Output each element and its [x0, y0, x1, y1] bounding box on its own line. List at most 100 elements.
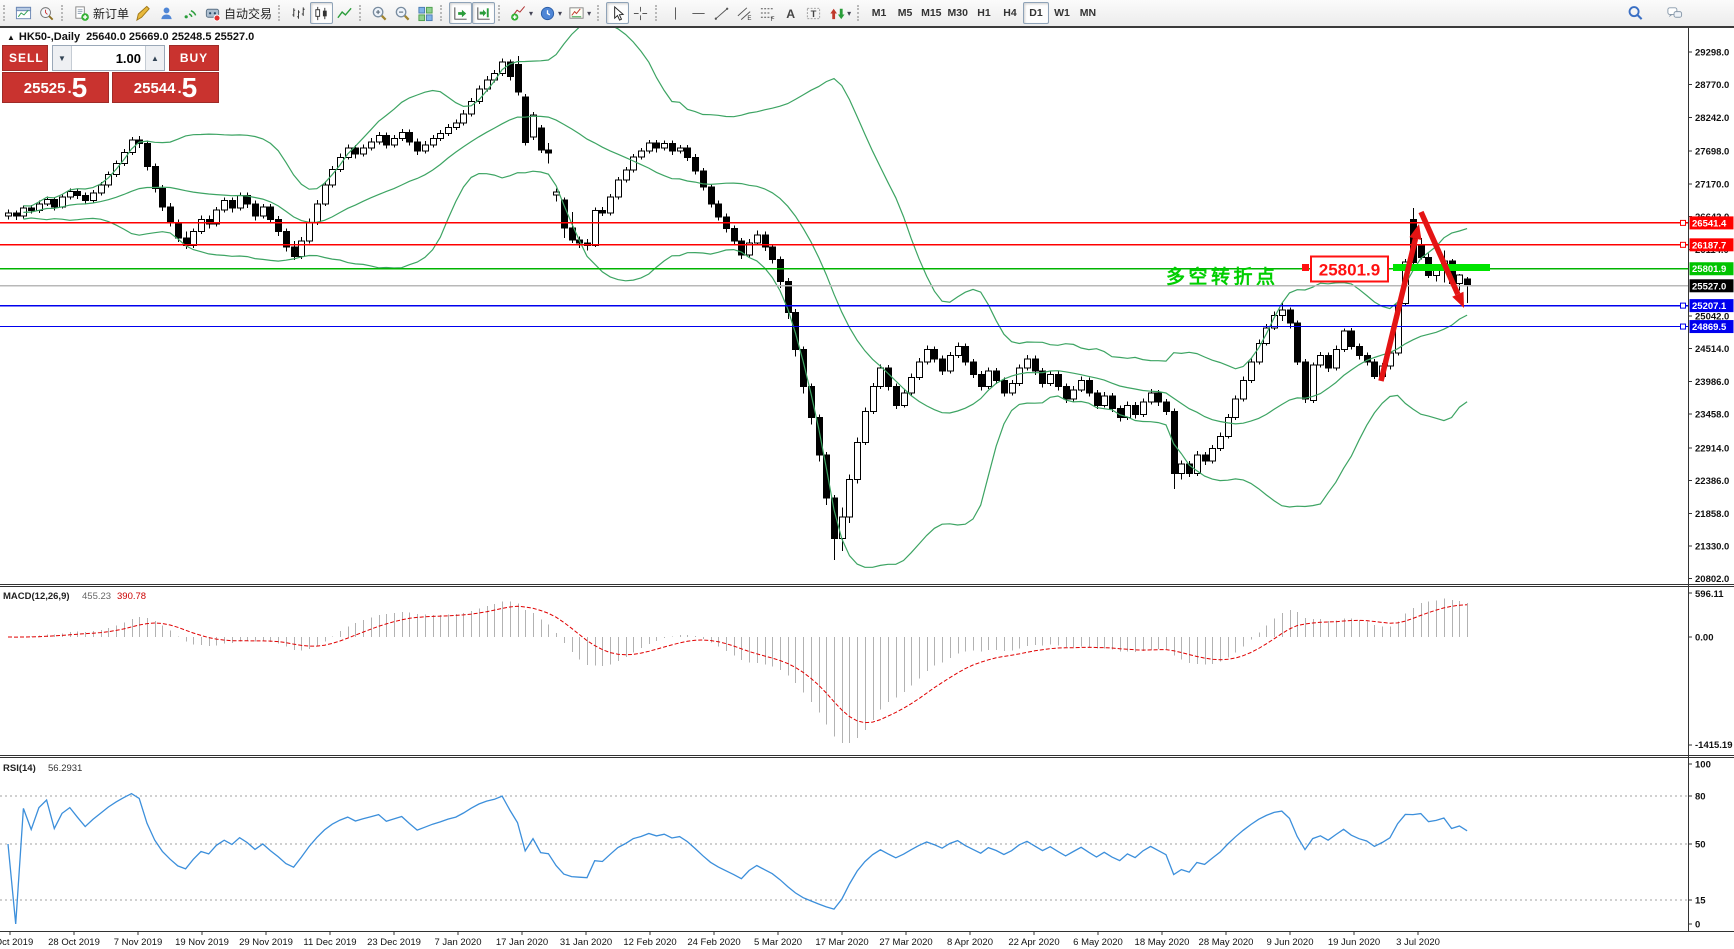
search-button[interactable] [1624, 2, 1647, 24]
candle-body [29, 208, 35, 210]
timeframe-H1-button[interactable]: H1 [971, 2, 997, 24]
candles-button[interactable] [310, 2, 333, 24]
tick-chart-button[interactable] [35, 2, 58, 24]
price-axis-label: 21330.0 [1695, 541, 1729, 552]
volume-increase-button[interactable]: ▲ [145, 46, 164, 70]
vline-button[interactable] [664, 2, 687, 24]
chart-plot-area[interactable] [0, 28, 1688, 931]
indicators-button[interactable]: ▾ [507, 2, 536, 24]
line-chart-button[interactable] [333, 2, 356, 24]
chart-window-button[interactable] [12, 2, 35, 24]
timeframe-MN-button[interactable]: MN [1075, 2, 1101, 24]
candle-body [1172, 411, 1178, 473]
timeframe-M1-button[interactable]: M1 [866, 2, 892, 24]
dropdown-caret-icon[interactable]: ▾ [587, 9, 591, 18]
date-axis-label: 29 Nov 2019 [239, 937, 293, 948]
trendline-button[interactable] [710, 2, 733, 24]
pivot-label-anchor[interactable] [1302, 264, 1309, 271]
candle-body [1233, 399, 1239, 418]
candle-body [268, 207, 274, 219]
candle-body [431, 139, 437, 145]
timeframe-M30-button[interactable]: M30 [945, 2, 971, 24]
candle-body [191, 232, 197, 246]
buy-price-pip: 5 [182, 75, 198, 101]
bars-button[interactable] [287, 2, 310, 24]
one-click-trading-panel: SELL ▼ ▲ BUY 25525.5 25544.5 [2, 45, 219, 103]
svg-text:T: T [811, 8, 817, 19]
profile-button[interactable] [155, 2, 178, 24]
brush-button[interactable] [132, 2, 155, 24]
pivot-annotation-text[interactable]: 多空转折点 [1166, 265, 1279, 288]
candle-body [1457, 275, 1463, 284]
templates-button[interactable]: ▾ [565, 2, 594, 24]
timeframe-D1-button[interactable]: D1 [1023, 2, 1049, 24]
tile-windows-button[interactable] [414, 2, 437, 24]
timeframe-H4-button[interactable]: H4 [997, 2, 1023, 24]
rsi-axis-label: 0 [1695, 920, 1700, 931]
fibo-button[interactable]: F [756, 2, 779, 24]
signal-button[interactable] [178, 2, 201, 24]
autotrade-icon [204, 5, 221, 22]
dropdown-caret-icon[interactable]: ▾ [847, 9, 851, 18]
candle-body [662, 144, 668, 148]
candle-body [539, 128, 545, 150]
candle-body [1249, 362, 1255, 381]
timeframe-W1-button[interactable]: W1 [1049, 2, 1075, 24]
mt4-window: 29298.028770.028242.027698.027170.026642… [0, 0, 1734, 949]
hline-button[interactable] [687, 2, 710, 24]
candle-body [1295, 323, 1301, 362]
crosshair-icon [632, 5, 649, 22]
autotrade-button[interactable]: 自动交易 [201, 2, 275, 24]
dropdown-caret-icon[interactable]: ▾ [558, 9, 562, 18]
buy-button[interactable]: BUY [169, 45, 219, 71]
label-t-button[interactable]: T [802, 2, 825, 24]
timeframe-M15-button[interactable]: M15 [918, 2, 944, 24]
timeframe-M5-button[interactable]: M5 [892, 2, 918, 24]
chat-button[interactable] [1663, 2, 1686, 24]
date-axis-label: 3 Jul 2020 [1396, 937, 1440, 948]
periods-button[interactable]: ▾ [536, 2, 565, 24]
candle-body [639, 151, 645, 157]
crosshair-button[interactable] [629, 2, 652, 24]
candle-body [1056, 374, 1062, 386]
price-label-text: 24869.5 [1692, 322, 1727, 333]
text-a-button[interactable]: A [779, 2, 802, 24]
line-handle[interactable] [1681, 303, 1686, 308]
new-order-button[interactable]: 新订单 [70, 2, 132, 24]
candle-body [971, 362, 977, 374]
auto-scroll-button[interactable] [449, 2, 472, 24]
price-axis-label: 22914.0 [1695, 443, 1729, 454]
candle-body [1149, 393, 1155, 402]
dropdown-caret-icon[interactable]: ▾ [529, 9, 533, 18]
channel-button[interactable]: E [733, 2, 756, 24]
buy-price[interactable]: 25544.5 [112, 72, 219, 103]
line-handle[interactable] [1681, 220, 1686, 225]
date-axis-label: 11 Dec 2019 [303, 937, 356, 948]
candle-body [52, 199, 58, 206]
line-handle[interactable] [1681, 324, 1686, 329]
volume-decrease-button[interactable]: ▼ [53, 46, 72, 70]
candle-body [948, 356, 954, 371]
zoom-out-button[interactable] [391, 2, 414, 24]
button-label: M30 [948, 7, 968, 19]
date-axis-label: 28 May 2020 [1199, 937, 1254, 948]
collapse-icon[interactable]: ▲ [7, 33, 15, 42]
sell-price[interactable]: 25525.5 [2, 72, 109, 103]
candle-body [1087, 380, 1093, 392]
chart-shift-button[interactable] [472, 2, 495, 24]
toolbar-grip [597, 5, 602, 21]
candle-body [716, 204, 722, 217]
zoom-in-button[interactable] [368, 2, 391, 24]
candle-body [963, 346, 969, 361]
candle-body [1095, 393, 1101, 405]
date-axis-label: 12 Feb 2020 [623, 937, 676, 948]
cursor-button[interactable] [606, 2, 629, 24]
chart-shift-icon [475, 5, 492, 22]
toolbar-grip [498, 5, 503, 21]
line-handle[interactable] [1681, 242, 1686, 247]
date-axis-label: 7 Nov 2019 [114, 937, 163, 948]
sell-button[interactable]: SELL [2, 45, 48, 71]
arrows-button[interactable]: ▾ [825, 2, 854, 24]
candle-body [423, 145, 429, 151]
volume-input[interactable] [72, 46, 145, 70]
